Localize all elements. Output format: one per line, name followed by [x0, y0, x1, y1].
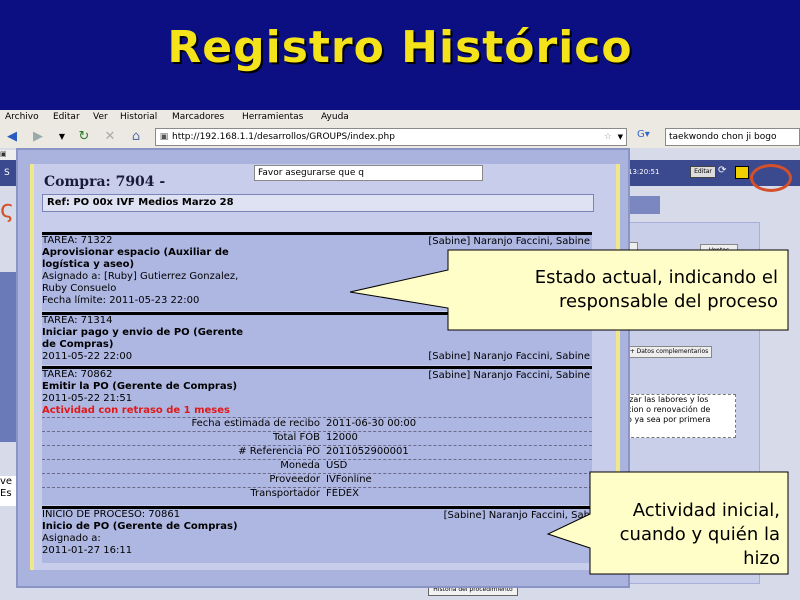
- address-url: http://192.168.1.1/desarrollos/GROUPS/in…: [172, 132, 395, 142]
- task-assignee: Asignado a:: [42, 533, 101, 544]
- detail-row: Transportador FEDEX: [42, 487, 592, 501]
- menu-archivo[interactable]: Archivo: [5, 112, 39, 122]
- callout-estado-text: Estado actual, indicando el responsable …: [534, 267, 778, 312]
- description-text: izar las labores y los cion o renovación…: [626, 394, 736, 438]
- detail-row: Proveedor IVFonline: [42, 473, 592, 487]
- comment-field[interactable]: Favor asegurarse que q: [254, 165, 483, 181]
- refresh-icon[interactable]: ⟳: [718, 165, 732, 178]
- menu-editar[interactable]: Editar: [53, 112, 80, 122]
- left-menu-strip: [0, 272, 16, 442]
- left-text-fragment: ve Es: [0, 476, 16, 506]
- notes-icon[interactable]: [735, 166, 749, 179]
- menu-ver[interactable]: Ver: [93, 112, 108, 122]
- delay-warning: Actividad con retraso de 1 meses: [42, 405, 230, 416]
- browser-navbar: ◀ ▶ ▼ ↻ ✕ ⌂ ▣ http://192.168.1.1/desarrol…: [0, 126, 800, 149]
- detail-row: # Referencia PO 2011052900001: [42, 445, 592, 459]
- search-text: taekwondo chon ji bogo: [669, 132, 777, 142]
- app-logo-icon: [750, 164, 792, 192]
- history-inner: Compra: 7904 - Ref: PO 00x IVF Medios Ma…: [30, 164, 620, 570]
- task-name-cont: de Compras): [42, 339, 114, 350]
- task-name: Emitir la PO (Gerente de Compras): [42, 381, 238, 392]
- menu-historial[interactable]: Historial: [120, 112, 157, 122]
- task-responsible: [Sabine] Naranjo Faccini, Sabine: [428, 351, 590, 362]
- compra-title: Compra: 7904 -: [44, 174, 166, 190]
- task-date: 2011-01-27 16:11: [42, 545, 133, 556]
- bookmark-star-icon[interactable]: ☆: [604, 129, 612, 145]
- detail-row: Total FOB 12000: [42, 431, 592, 445]
- datos-complementarios-button[interactable]: + Datos complementarios: [626, 346, 712, 358]
- detail-row: Fecha estimada de recibo 2011-06-30 00:00: [42, 417, 592, 431]
- slide-title: Registro Histórico: [167, 22, 633, 73]
- forward-icon[interactable]: ▶: [30, 129, 46, 145]
- menu-herramientas[interactable]: Herramientas: [242, 112, 303, 122]
- task-responsible: [Sabine] Naranjo Faccini, Sabine: [428, 236, 590, 247]
- logo-fragment-icon: ς: [0, 195, 15, 223]
- process-start-70861: INICIO DE PROCESO: 70861 [Sabine] Naranj…: [42, 506, 592, 563]
- menu-marcadores[interactable]: Marcadores: [172, 112, 224, 122]
- address-bar[interactable]: ▣ http://192.168.1.1/desarrollos/GROUPS/i…: [155, 128, 627, 146]
- task-70862: TAREA: 70862 [Sabine] Naranjo Faccini, S…: [42, 366, 592, 505]
- detail-row: Moneda USD: [42, 459, 592, 473]
- edit-button[interactable]: Editar: [690, 166, 716, 178]
- home-icon[interactable]: ⌂: [128, 129, 144, 145]
- reference-field: Ref: PO 00x IVF Medios Marzo 28: [42, 194, 594, 212]
- stop-icon[interactable]: ✕: [102, 129, 118, 145]
- search-engine-icon[interactable]: G▾: [637, 129, 661, 145]
- page-icon: ▣: [159, 132, 169, 142]
- slide-title-bar: Registro Histórico: [0, 0, 800, 110]
- url-dropdown-icon[interactable]: ▼: [618, 129, 623, 145]
- reload-icon[interactable]: ↻: [76, 129, 92, 145]
- app-letter: S: [4, 168, 10, 178]
- back-icon[interactable]: ◀: [4, 129, 20, 145]
- callout-inicial-text: Actividad inicial, cuando y quién la hiz…: [619, 500, 780, 569]
- browser-menubar: Archivo Editar Ver Historial Marcadores …: [0, 110, 800, 126]
- task-date: 2011-05-22 21:51: [42, 393, 133, 404]
- app-clock: 13:20:51: [628, 168, 660, 176]
- task-name: Inicio de PO (Gerente de Compras): [42, 521, 238, 532]
- search-input[interactable]: taekwondo chon ji bogo: [665, 128, 800, 146]
- history-dropdown-icon[interactable]: ▼: [54, 129, 70, 145]
- history-popup: Compra: 7904 - Ref: PO 00x IVF Medios Ma…: [16, 148, 630, 588]
- menu-ayuda[interactable]: Ayuda: [321, 112, 349, 122]
- task-responsible: [Sabine] Naranjo Faccini, Sabine: [428, 370, 590, 381]
